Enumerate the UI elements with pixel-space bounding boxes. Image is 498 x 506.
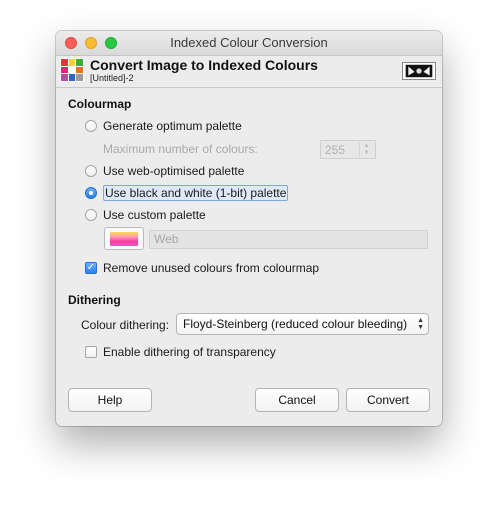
image-preview-icon (402, 62, 436, 80)
select-arrows-icon: ▲ ▼ (417, 317, 424, 331)
header-title: Convert Image to Indexed Colours (90, 57, 318, 73)
checkbox-label: Enable dithering of transparency (103, 345, 276, 359)
custom-palette-name: Web (149, 230, 428, 249)
checkbox-label: Remove unused colours from colourmap (103, 261, 320, 275)
palette-chooser-button[interactable] (104, 227, 144, 250)
colour-dithering-select[interactable]: Floyd-Steinberg (reduced colour bleeding… (176, 313, 429, 335)
max-colours-spinner[interactable]: 255 ▲ ▼ (320, 140, 376, 159)
radio-button[interactable] (85, 165, 97, 177)
window-title: Indexed Colour Conversion (170, 35, 328, 50)
radio-button[interactable] (85, 120, 97, 132)
radio-button[interactable] (85, 209, 97, 221)
radio-web-optimised[interactable]: Use web-optimised palette (85, 162, 244, 180)
convert-button[interactable]: Convert (346, 388, 430, 412)
max-colours-label: Maximum number of colours: (103, 140, 258, 158)
option-label: Generate optimum palette (103, 119, 242, 133)
radio-black-white[interactable]: Use black and white (1-bit) palette (85, 184, 289, 202)
remove-unused-checkbox[interactable]: ✓ Remove unused colours from colourmap (85, 259, 319, 277)
radio-generate-optimum[interactable]: Generate optimum palette (85, 117, 242, 135)
help-button[interactable]: Help (68, 388, 152, 412)
checkbox-unchecked[interactable] (85, 346, 97, 358)
option-label: Use custom palette (103, 208, 206, 222)
colour-dithering-value: Floyd-Steinberg (reduced colour bleeding… (183, 317, 408, 331)
transparency-dithering-checkbox[interactable]: Enable dithering of transparency (85, 343, 276, 361)
option-label: Use black and white (1-bit) palette (103, 185, 289, 201)
checkbox-checked[interactable]: ✓ (85, 262, 97, 274)
palette-grid-icon (60, 58, 84, 82)
option-label: Use web-optimised palette (103, 164, 245, 178)
title-bar[interactable]: Indexed Colour Conversion (56, 31, 442, 56)
max-colours-text: Maximum number of colours: (103, 142, 258, 156)
radio-custom-palette[interactable]: Use custom palette (85, 206, 206, 224)
cancel-button[interactable]: Cancel (255, 388, 339, 412)
image-name: [Untitled]-2 (90, 73, 134, 83)
dithering-section-label: Dithering (68, 293, 121, 307)
max-colours-value: 255 (325, 142, 346, 157)
colour-dithering-label: Colour dithering: (81, 318, 170, 332)
colourmap-section-label: Colourmap (68, 97, 132, 111)
palette-swatch-icon (110, 231, 138, 246)
spinner-arrows-icon[interactable]: ▲ ▼ (359, 142, 373, 157)
indexed-colour-dialog: Indexed Colour Conversion Convert Image … (56, 31, 442, 426)
radio-button-selected[interactable] (85, 187, 97, 199)
dialog-header: Convert Image to Indexed Colours [Untitl… (56, 56, 442, 88)
